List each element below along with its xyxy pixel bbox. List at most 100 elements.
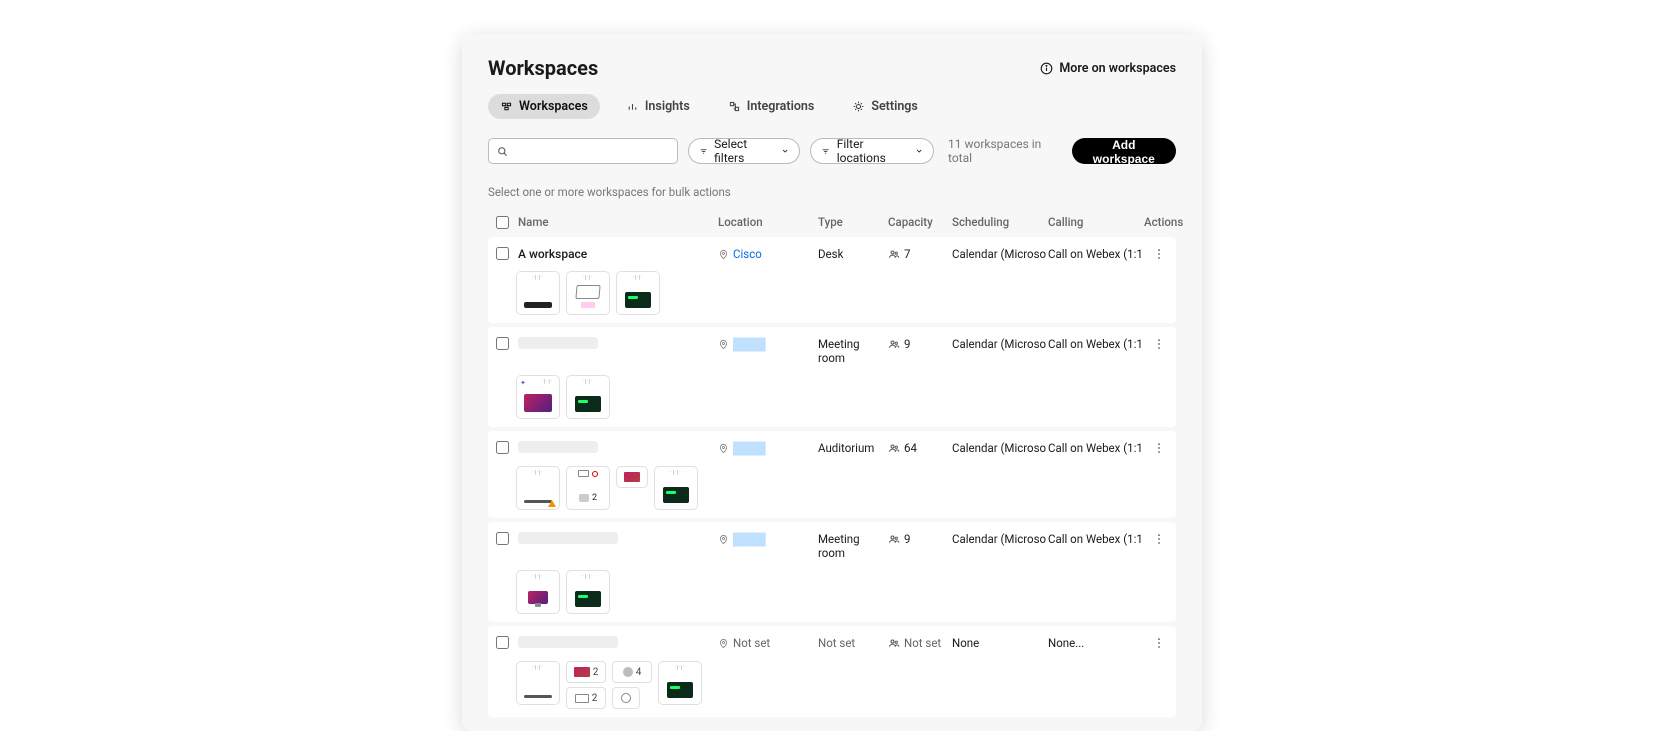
device-card[interactable]: ·|·|· — [566, 570, 610, 614]
capacity-value: Not set — [904, 636, 941, 650]
device-card[interactable]: 2 — [566, 466, 610, 510]
device-card[interactable]: ·|·|· — [658, 661, 702, 705]
location-cell: ████ — [716, 532, 816, 546]
col-capacity[interactable]: Capacity — [886, 215, 950, 229]
people-icon — [888, 338, 900, 350]
location-link[interactable]: ████ — [733, 337, 766, 351]
filter-icon — [821, 146, 830, 157]
col-type[interactable]: Type — [816, 215, 886, 229]
scheduling-cell: Calendar (Microsoft) — [950, 441, 1046, 455]
type-cell: Not set — [816, 636, 886, 650]
type-cell: Desk — [816, 247, 886, 261]
capacity-value: 9 — [904, 337, 910, 351]
location-cell: Cisco — [716, 247, 816, 261]
type-cell: Meeting room — [816, 337, 886, 365]
workspaces-table: Name Location Type Capacity Scheduling C… — [488, 207, 1176, 717]
device-card[interactable]: 2 — [566, 687, 606, 709]
more-actions-icon[interactable] — [1152, 636, 1166, 650]
tab-workspaces[interactable]: Workspaces — [488, 94, 600, 119]
device-card[interactable]: 2 — [566, 661, 606, 683]
device-card[interactable] — [616, 466, 648, 488]
calling-cell: Call on Webex (1:1... — [1046, 532, 1142, 546]
filter-icon — [699, 146, 708, 157]
col-scheduling[interactable]: Scheduling — [950, 215, 1046, 229]
warning-icon — [548, 500, 556, 507]
capacity-cell: 7 — [886, 247, 950, 261]
location-cell: ████ — [716, 337, 816, 351]
device-card[interactable]: ✦·|·|· — [516, 375, 560, 419]
chevron-down-icon — [781, 146, 789, 156]
table-row[interactable]: ████ Meeting room 9 Calendar (Microsoft)… — [488, 522, 1176, 622]
calling-cell: None... — [1046, 636, 1142, 650]
tab-settings[interactable]: Settings — [840, 94, 930, 119]
more-actions-icon[interactable] — [1152, 247, 1166, 261]
device-card[interactable]: ·|·|· — [566, 375, 610, 419]
location-link[interactable]: ████ — [733, 441, 766, 455]
bulk-action-hint: Select one or more workspaces for bulk a… — [488, 185, 1176, 199]
calling-cell: Call on Webex (1:1... — [1046, 441, 1142, 455]
tab-integrations[interactable]: Integrations — [716, 94, 827, 119]
col-name[interactable]: Name — [516, 215, 716, 229]
row-checkbox[interactable] — [496, 441, 509, 454]
row-checkbox[interactable] — [496, 532, 509, 545]
table-header: Name Location Type Capacity Scheduling C… — [488, 207, 1176, 237]
search-input[interactable] — [514, 144, 669, 158]
device-thumbnails: ·|·|· 2 2 4 ·|·|· — [516, 661, 1176, 709]
workspace-name — [518, 636, 618, 648]
add-workspace-button[interactable]: Add workspace — [1072, 138, 1176, 164]
device-card[interactable]: ·|·|· — [516, 466, 560, 510]
col-location[interactable]: Location — [716, 215, 816, 229]
info-icon — [1040, 62, 1053, 75]
row-checkbox[interactable] — [496, 247, 509, 260]
people-icon — [888, 637, 900, 649]
total-count-text: 11 workspaces in total — [948, 137, 1052, 165]
people-icon — [888, 533, 900, 545]
table-row[interactable]: ████ Auditorium 64 Calendar (Microsoft) … — [488, 431, 1176, 518]
device-card[interactable]: ·|·|· — [516, 661, 560, 705]
device-card[interactable]: ·|·|· — [654, 466, 698, 510]
row-checkbox[interactable] — [496, 636, 509, 649]
people-icon — [888, 248, 900, 260]
chevron-down-icon — [915, 146, 923, 156]
scheduling-cell: Calendar (Microsoft) — [950, 247, 1046, 261]
location-link[interactable]: Cisco — [733, 247, 762, 261]
workspaces-icon — [500, 100, 513, 113]
device-card[interactable]: ·|·|· — [516, 570, 560, 614]
tab-settings-label: Settings — [871, 99, 918, 114]
more-on-workspaces-label: More on workspaces — [1059, 61, 1176, 76]
more-actions-icon[interactable] — [1152, 337, 1166, 351]
device-card[interactable]: ·|·|· — [516, 271, 560, 315]
device-card[interactable]: ·|·|· — [616, 271, 660, 315]
search-icon — [497, 146, 508, 157]
more-actions-icon[interactable] — [1152, 441, 1166, 455]
location-link[interactable]: ████ — [733, 532, 766, 546]
filter-locations-button[interactable]: Filter locations — [810, 138, 934, 164]
device-count: 2 — [592, 693, 598, 704]
location-cell: ████ — [716, 441, 816, 455]
location-pin-icon — [718, 339, 729, 350]
location-pin-icon — [718, 249, 729, 260]
select-filters-button[interactable]: Select filters — [688, 138, 800, 164]
device-card[interactable]: ·|·|· — [566, 271, 610, 315]
device-card[interactable] — [612, 687, 640, 709]
tab-insights[interactable]: Insights — [614, 94, 702, 119]
row-checkbox[interactable] — [496, 337, 509, 350]
device-count: 4 — [636, 667, 642, 678]
scheduling-cell: Calendar (Microsoft) — [950, 532, 1046, 546]
people-icon — [888, 442, 900, 454]
table-row[interactable]: ████ Meeting room 9 Calendar (Microsoft)… — [488, 327, 1176, 427]
capacity-cell: 9 — [886, 532, 950, 546]
capacity-value: 64 — [904, 441, 917, 455]
select-all-checkbox[interactable] — [496, 216, 509, 229]
table-row[interactable]: Not set Not set Not set None None... ·|·… — [488, 626, 1176, 717]
workspaces-panel: Workspaces More on workspaces Workspaces… — [462, 34, 1202, 731]
device-thumbnails: ✦·|·|· ·|·|· — [516, 375, 1176, 419]
device-card[interactable]: 4 — [612, 661, 652, 683]
col-calling[interactable]: Calling — [1046, 215, 1142, 229]
location-value: Not set — [733, 636, 770, 650]
more-on-workspaces-link[interactable]: More on workspaces — [1040, 61, 1176, 76]
workspace-name: A workspace — [518, 247, 587, 261]
search-input-wrap[interactable] — [488, 138, 678, 164]
table-row[interactable]: A workspace Cisco Desk 7 Calendar (Micro… — [488, 237, 1176, 323]
more-actions-icon[interactable] — [1152, 532, 1166, 546]
